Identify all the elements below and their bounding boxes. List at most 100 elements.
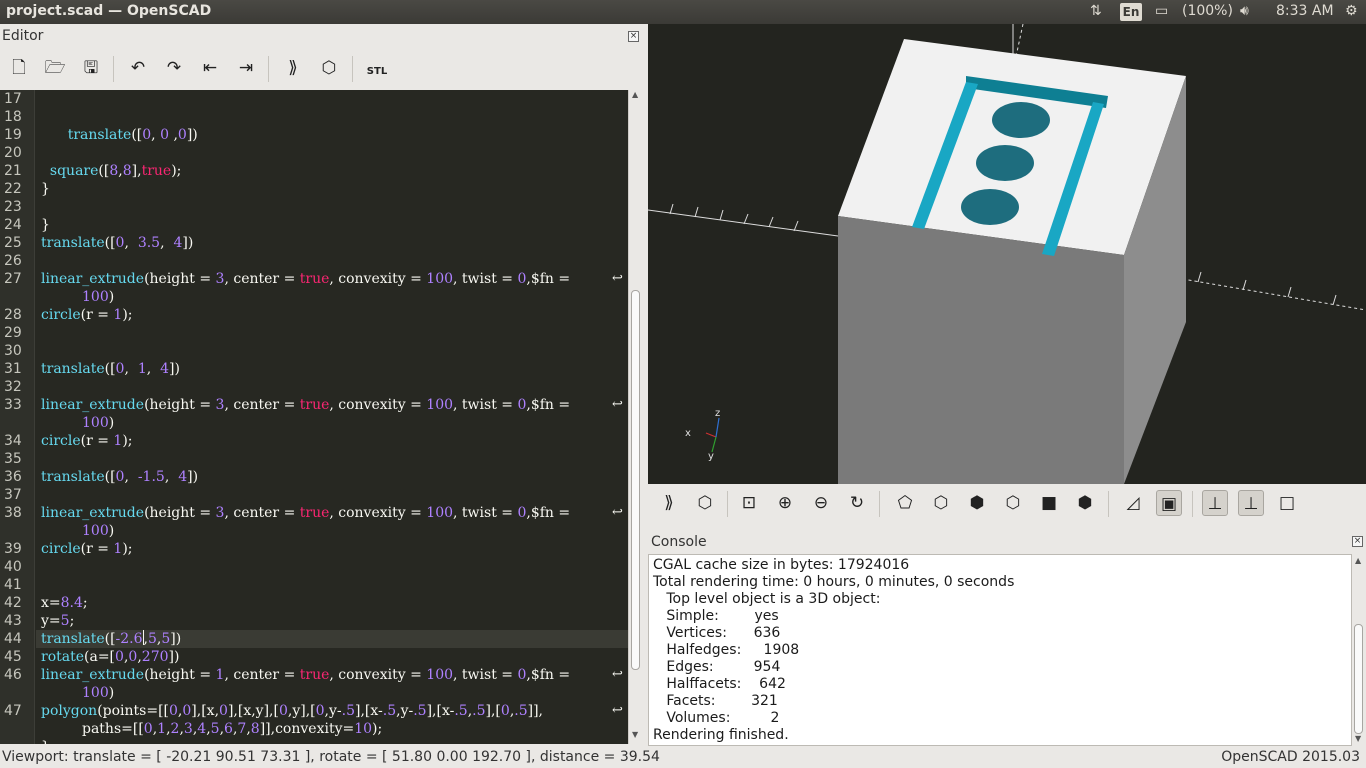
save-icon[interactable]: 🖫︎ (78, 55, 104, 81)
zoom-out-icon[interactable]: ⊖ (808, 490, 834, 516)
editor-scrollbar[interactable]: ▲ ▼ (628, 90, 642, 744)
code-token: ]],convexity= (259, 721, 355, 737)
open-file-icon[interactable]: 🗁︎ (42, 55, 68, 81)
code-token: ); (171, 163, 182, 179)
code-token: 100 (426, 271, 454, 287)
indent-icon[interactable]: ⇥ (233, 55, 259, 81)
code-token: 100 (426, 667, 454, 683)
code-line[interactable]: } (41, 216, 50, 234)
toolbar-separator (1192, 491, 1193, 517)
code-token: , (164, 469, 179, 485)
code-line[interactable]: circle(r = 1); (41, 432, 133, 450)
render-icon[interactable]: ⬡ (316, 55, 342, 81)
code-token: 100 (426, 397, 454, 413)
code-line[interactable]: linear_extrude(height = 3, center = true… (41, 396, 575, 414)
code-line[interactable]: rotate(a=[0,0,270]) (41, 648, 179, 666)
code-line-continuation[interactable]: 100) (82, 288, 114, 306)
code-line-continuation[interactable]: 100) (82, 522, 114, 540)
editor-toolbar: 🗋︎ 🗁︎ 🖫︎ ↶ ↷ ⇤ ⇥ ⟫ ⬡ STL (0, 48, 648, 90)
view-left-icon[interactable]: ⬢ (964, 490, 990, 516)
console-line: Vertices: 636 (653, 625, 781, 641)
axis-label-z: z (715, 408, 720, 419)
code-line[interactable]: square([8,8],true); (41, 162, 181, 180)
export-stl-icon[interactable]: STL (364, 55, 390, 81)
zoom-in-icon[interactable]: ⊕ (772, 490, 798, 516)
clock[interactable]: 8:33 AM (1276, 3, 1334, 19)
code-token: .5 (413, 703, 427, 719)
unindent-icon[interactable]: ⇤ (197, 55, 223, 81)
scroll-up-icon[interactable]: ▲ (1355, 556, 1361, 565)
network-icon[interactable]: ⇅ (1090, 3, 1102, 19)
preview-icon[interactable]: ⟫ (280, 55, 306, 81)
editor-scroll-thumb[interactable] (631, 290, 640, 670)
code-token: 10 (354, 721, 373, 737)
code-line[interactable]: linear_extrude(height = 3, center = true… (41, 270, 575, 288)
view-top-icon[interactable]: ⬠ (892, 490, 918, 516)
code-line[interactable]: translate([0, 1, 4]) (41, 360, 180, 378)
view-bottom-icon[interactable]: ⬡ (928, 490, 954, 516)
new-file-icon[interactable]: 🗋︎ (6, 55, 32, 81)
console-scrollbar[interactable]: ▲ ▼ (1352, 554, 1366, 746)
code-line[interactable]: translate([-2.6,5,5]) (41, 630, 181, 648)
code-line-partial[interactable]: } (41, 738, 50, 744)
code-token: y= (41, 613, 61, 629)
battery-percent[interactable]: (100%) (1182, 3, 1233, 19)
code-line[interactable]: translate([0, -1.5, 4]) (41, 468, 198, 486)
show-axes-icon[interactable]: ⊥ (1202, 490, 1228, 516)
code-line[interactable]: polygon(points=[[0,0],[x,0],[x,y],[0,y],… (41, 702, 543, 720)
code-token: linear_extrude (41, 397, 145, 413)
show-scale-icon[interactable]: ⊥ (1238, 490, 1264, 516)
view-front-icon[interactable]: ■ (1036, 490, 1062, 516)
code-token: true (299, 397, 330, 413)
code-token: circle (41, 307, 81, 323)
editor-close-icon[interactable]: × (628, 31, 639, 42)
code-line[interactable]: y=5; (41, 612, 74, 630)
code-token: ], (131, 163, 142, 179)
view-back-icon[interactable]: ⬢ (1072, 490, 1098, 516)
code-token: ) (108, 415, 115, 431)
line-number: 36 (4, 469, 22, 485)
undo-icon[interactable]: ↶ (125, 55, 151, 81)
render-icon[interactable]: ⬡ (692, 490, 718, 516)
editor-dock-header: Editor × (0, 24, 648, 48)
code-line[interactable]: linear_extrude(height = 1, center = true… (41, 666, 575, 684)
code-line-continuation[interactable]: paths=[[0,1,2,3,4,5,6,7,8]],convexity=10… (82, 720, 382, 738)
reset-view-icon[interactable]: ↻ (844, 490, 870, 516)
view-right-icon[interactable]: ⬡ (1000, 490, 1026, 516)
hole-1 (992, 102, 1050, 138)
scroll-down-icon[interactable]: ▼ (632, 730, 638, 739)
code-token: 0 (219, 703, 228, 719)
console-scroll-thumb[interactable] (1354, 624, 1363, 734)
settings-gear-icon[interactable]: ⚙ (1345, 3, 1358, 19)
scroll-down-icon[interactable]: ▼ (1355, 734, 1361, 743)
code-line[interactable]: translate([0, 3.5, 4]) (41, 234, 193, 252)
console-output[interactable]: CGAL cache size in bytes: 17924016 Total … (648, 554, 1352, 746)
code-line[interactable]: } (41, 180, 50, 198)
redo-icon[interactable]: ↷ (161, 55, 187, 81)
code-line[interactable]: circle(r = 1); (41, 306, 133, 324)
line-number: 26 (4, 253, 22, 269)
code-line-continuation[interactable]: 100) (82, 414, 114, 432)
show-edges-icon[interactable]: □ (1274, 490, 1300, 516)
code-line-continuation[interactable]: 100) (82, 684, 114, 702)
console-title: Console (651, 534, 707, 550)
view-all-icon[interactable]: ⊡ (736, 490, 762, 516)
code-line[interactable]: linear_extrude(height = 3, center = true… (41, 504, 575, 522)
code-line[interactable]: translate([0, 0 ,0]) (41, 126, 198, 144)
3d-viewport[interactable]: x y z (648, 24, 1366, 484)
code-line[interactable]: circle(r = 1); (41, 540, 133, 558)
console-line: Halffacets: 642 (653, 676, 786, 692)
preview-icon[interactable]: ⟫ (656, 490, 682, 516)
keyboard-language-indicator[interactable]: En (1120, 3, 1142, 21)
console-close-icon[interactable]: × (1352, 536, 1363, 547)
code-line[interactable]: x=8.4; (41, 594, 88, 612)
code-token: , twist = (453, 505, 518, 521)
scroll-up-icon[interactable]: ▲ (632, 90, 638, 99)
volume-icon[interactable]: 🔊︎ (1240, 3, 1249, 19)
code-token: ) (108, 523, 115, 539)
battery-icon[interactable]: ▭ (1155, 3, 1168, 19)
code-editor[interactable]: 17 18 19 20 21 22 23 24 25 26 27 28 29 30 31 32 33 34 35 36… (0, 90, 628, 744)
perspective-icon[interactable]: ◿ (1120, 490, 1146, 516)
console-line: Edges: 954 (653, 659, 781, 675)
orthogonal-icon[interactable]: ▣ (1156, 490, 1182, 516)
